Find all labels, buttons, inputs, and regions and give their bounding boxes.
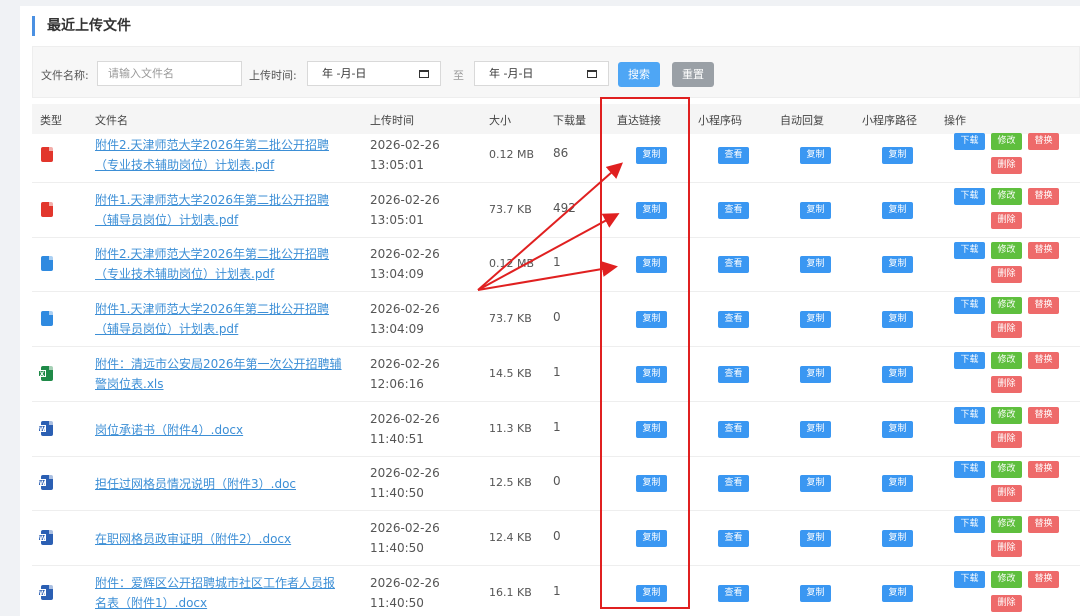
annotation-arrows [477,162,624,291]
